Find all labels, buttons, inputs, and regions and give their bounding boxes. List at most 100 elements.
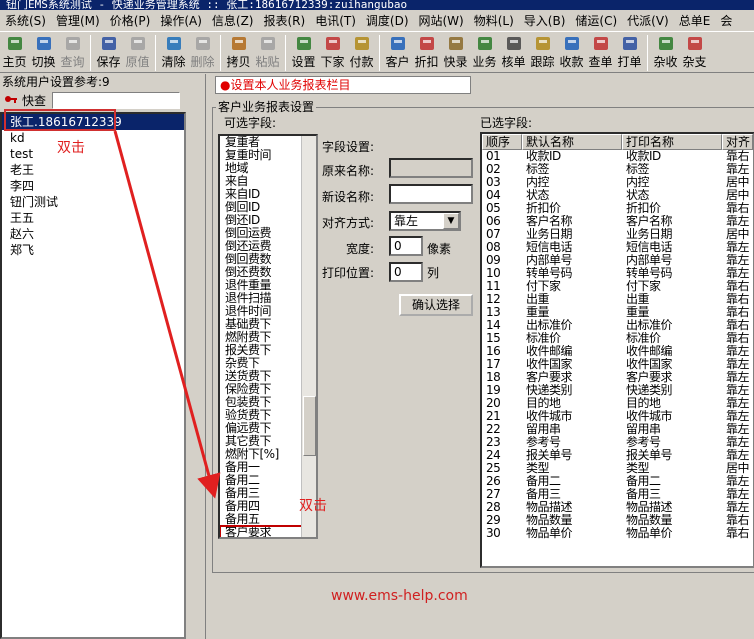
confirm-select-button[interactable]: 确认选择 [399, 294, 473, 316]
user-list-item[interactable]: 王五 [2, 210, 184, 226]
menu-item[interactable]: 电讯(T) [310, 10, 361, 31]
table-row[interactable]: 08 短信电话 短信电话 靠左 [482, 241, 753, 254]
menu-item[interactable]: 物料(L) [469, 10, 519, 31]
user-list-item[interactable]: 郑飞 [2, 242, 184, 258]
menu-item[interactable]: 价格(P) [105, 10, 156, 31]
table-row[interactable]: 20 目的地 目的地 靠左 [482, 397, 753, 410]
table-row[interactable]: 07 业务日期 业务日期 居中 [482, 228, 753, 241]
table-row[interactable]: 26 备用二 备用二 靠左 [482, 475, 753, 488]
table-row[interactable]: 28 物品描述 物品描述 靠左 [482, 501, 753, 514]
table-row[interactable]: 25 类型 类型 居中 [482, 462, 753, 475]
new-name-field[interactable] [389, 184, 473, 204]
menu-item[interactable]: 储运(C) [570, 10, 622, 31]
toolbar-button[interactable]: 切换 [29, 33, 58, 72]
table-cell: 20 [486, 397, 501, 410]
user-list-item[interactable]: 钮门测试 [2, 194, 184, 210]
table-row[interactable]: 27 备用三 备用三 靠左 [482, 488, 753, 501]
menu-item[interactable]: 管理(M) [51, 10, 105, 31]
table-row[interactable]: 13 重量 重量 靠右 [482, 306, 753, 319]
table-row[interactable]: 02 标签 标签 靠左 [482, 163, 753, 176]
menu-item[interactable]: 代派(V) [622, 10, 674, 31]
table-row[interactable]: 10 转单号码 转单号码 靠左 [482, 267, 753, 280]
table-row[interactable]: 30 物品单价 物品单价 靠右 [482, 527, 753, 540]
table-row[interactable]: 19 快递类别 快递类别 靠左 [482, 384, 753, 397]
toolbar: 主页 切换 查询 保存 原值 清除 删除 拷贝 粘贴 设置 下家 付款 客户 折扣 快录 业务 核单 跟踪 收款 查单… [0, 33, 754, 73]
toolbar-button[interactable]: 拷贝 [224, 33, 253, 72]
scrollbar-thumb[interactable] [303, 396, 316, 456]
table-row[interactable]: 06 客户名称 客户名称 靠左 [482, 215, 753, 228]
table-row[interactable]: 17 收件国家 收件国家 靠左 [482, 358, 753, 371]
user-list-item[interactable]: 李四 [2, 178, 184, 194]
menu-item[interactable]: 系统(S) [0, 10, 51, 31]
table-cell: 短信电话 [626, 241, 673, 254]
table-row[interactable]: 04 状态 状态 居中 [482, 189, 753, 202]
user-list-item[interactable]: 赵六 [2, 226, 184, 242]
grid-column-header[interactable]: 默认名称 [522, 134, 622, 150]
toolbar-button[interactable]: 下家 [318, 33, 347, 72]
menu-item[interactable]: 导入(B) [519, 10, 571, 31]
search-row: 快查 [0, 90, 188, 110]
toolbar-button[interactable]: 杂收 [651, 33, 680, 72]
toolbar-button[interactable]: 主页 [0, 33, 29, 72]
table-row[interactable]: 05 折扣价 折扣价 靠右 [482, 202, 753, 215]
available-fields-list[interactable]: 复重者 复重时间 地域 来自 来自ID 倒回ID 倒还ID 倒回运费 倒还运费 倒回费数 倒还费数退… [218, 134, 318, 539]
table-row[interactable]: 03 内控 内控 居中 [482, 176, 753, 189]
align-select[interactable]: 靠左 ▼ [389, 211, 461, 231]
table-row[interactable]: 24 报关单号 报关单号 靠左 [482, 449, 753, 462]
user-list[interactable]: 张工.18616712339 kd test 老王 李四 钮门测试 王五 赵六 郑飞 [0, 112, 186, 639]
menu-item[interactable]: 调度(D) [361, 10, 414, 31]
left-panel: 系统用户设置参考:9 快查 张工.18616712339 kd test 老王 李四 钮门… [0, 74, 188, 639]
toolbar-button[interactable]: 快录 [441, 33, 470, 72]
table-cell: 靠左 [726, 254, 750, 267]
toolbar-button[interactable]: 客户 [383, 33, 412, 72]
grid-column-header[interactable]: 对齐 [722, 134, 753, 150]
table-row[interactable]: 11 付下家 付下家 靠右 [482, 280, 753, 293]
selected-fields-grid[interactable]: 顺序 默认名称 打印名称 对齐 01 收款ID 收款ID 靠右 02 标签 标签 靠左 03 内控 内控居… [480, 132, 754, 568]
toolbar-button[interactable]: 付款 [347, 33, 376, 72]
toolbar-button-label: 粘贴 [255, 55, 280, 69]
menu-item[interactable]: 网站(W) [414, 10, 469, 31]
toolbar-button[interactable]: 业务 [470, 33, 499, 72]
grid-column-header[interactable]: 顺序 [482, 134, 522, 150]
toolbar-button[interactable]: 保存 [94, 33, 123, 72]
grid-column-header[interactable]: 打印名称 [622, 134, 722, 150]
toolbar-button[interactable]: 打单 [615, 33, 644, 72]
toolbar-button[interactable]: 查单 [586, 33, 615, 72]
table-row[interactable]: 09 内部单号 内部单号 靠左 [482, 254, 753, 267]
toolbar-button[interactable]: 设置 [289, 33, 318, 72]
available-fields-scrollbar[interactable] [301, 136, 316, 537]
table-row[interactable]: 01 收款ID 收款ID 靠右 [482, 150, 753, 163]
search-input[interactable] [52, 91, 181, 109]
menu-item[interactable]: 会 [715, 10, 737, 31]
menu-item[interactable]: 报表(R) [258, 10, 310, 31]
menu-item[interactable]: 操作(A) [155, 10, 207, 31]
table-row[interactable]: 23 参考号 参考号 靠左 [482, 436, 753, 449]
toolbar-button[interactable]: 折扣 [412, 33, 441, 72]
chevron-down-icon[interactable]: ▼ [443, 213, 459, 229]
table-row[interactable]: 14 出标准价 出标准价 靠右 [482, 319, 753, 332]
table-row[interactable]: 22 留用串 留用串 靠左 [482, 423, 753, 436]
table-row[interactable]: 21 收件城市 收件城市 靠左 [482, 410, 753, 423]
print-position-field[interactable]: 0 [389, 262, 423, 282]
toolbar-button[interactable]: 清除 [159, 33, 188, 72]
table-row[interactable]: 15 标准价 标准价 靠右 [482, 332, 753, 345]
menu-item[interactable]: 信息(Z) [207, 10, 259, 31]
toolbar-button[interactable]: 杂支 [680, 33, 709, 72]
table-cell: 重量 [626, 306, 650, 319]
table-cell: 客户名称 [526, 215, 573, 228]
user-list-item[interactable]: 老王 [2, 162, 184, 178]
table-row[interactable]: 18 客户要求 客户要求 靠左 [482, 371, 753, 384]
width-field[interactable]: 0 [389, 236, 423, 256]
user-list-item[interactable]: kd [2, 130, 184, 146]
menu-item[interactable]: 总单E [674, 10, 716, 31]
table-row[interactable]: 16 收件邮编 收件邮编 靠左 [482, 345, 753, 358]
toolbar-button[interactable]: 跟踪 [528, 33, 557, 72]
table-row[interactable]: 12 出重 出重 靠右 [482, 293, 753, 306]
table-cell: 留用串 [526, 423, 561, 436]
toolbar-button[interactable]: 收款 [557, 33, 586, 72]
toolbar-button[interactable]: 核单 [499, 33, 528, 72]
quick-entry-icon [448, 37, 463, 50]
user-list-item[interactable]: test [2, 146, 184, 162]
toolbar-button-label: 杂收 [653, 55, 678, 69]
table-row[interactable]: 29 物品数量 物品数量 靠右 [482, 514, 753, 527]
